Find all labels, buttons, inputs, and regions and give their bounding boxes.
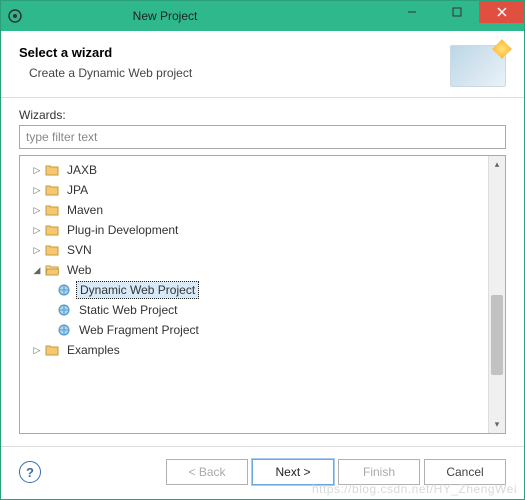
- tree-label: Static Web Project: [76, 302, 180, 318]
- globe-icon: [56, 302, 72, 318]
- globe-icon: [56, 322, 72, 338]
- tree-label: Dynamic Web Project: [76, 281, 199, 299]
- tree-item-web[interactable]: ◢ Web: [22, 260, 503, 280]
- expand-icon[interactable]: ▷: [30, 345, 44, 356]
- tree-item-svn[interactable]: ▷ SVN: [22, 240, 503, 260]
- folder-icon: [44, 242, 60, 258]
- tree-label: Examples: [64, 342, 123, 358]
- expand-icon[interactable]: ▷: [30, 185, 44, 196]
- next-button[interactable]: Next >: [252, 459, 334, 485]
- header-description: Create a Dynamic Web project: [29, 66, 450, 80]
- scroll-up-icon[interactable]: ▴: [489, 156, 505, 173]
- dialog-window: New Project Select a wizard Create a Dyn…: [0, 0, 525, 500]
- tree-item-jpa[interactable]: ▷ JPA: [22, 180, 503, 200]
- tree-item-jaxb[interactable]: ▷ JAXB: [22, 160, 503, 180]
- wizard-body: Wizards: ▷ JAXB ▷ JPA ▷ Maven: [1, 98, 524, 446]
- folder-open-icon: [44, 262, 60, 278]
- expand-icon[interactable]: ▷: [30, 245, 44, 256]
- folder-icon: [44, 222, 60, 238]
- tree-scrollbar[interactable]: ▴ ▾: [488, 156, 505, 433]
- tree-item-static-web-project[interactable]: Static Web Project: [22, 300, 503, 320]
- expand-icon[interactable]: ▷: [30, 205, 44, 216]
- back-button: < Back: [166, 459, 248, 485]
- tree-item-plugin-dev[interactable]: ▷ Plug-in Development: [22, 220, 503, 240]
- titlebar: New Project: [1, 1, 524, 31]
- folder-icon: [44, 182, 60, 198]
- tree-label: JAXB: [64, 162, 100, 178]
- tree-label: SVN: [64, 242, 95, 258]
- folder-icon: [44, 162, 60, 178]
- tree-label: Plug-in Development: [64, 222, 181, 238]
- wizard-tree-container: ▷ JAXB ▷ JPA ▷ Maven ▷ Plug-i: [19, 155, 506, 434]
- maximize-button[interactable]: [434, 1, 479, 23]
- filter-input[interactable]: [19, 125, 506, 149]
- tree-label: Maven: [64, 202, 106, 218]
- scroll-thumb[interactable]: [491, 295, 503, 375]
- header-title: Select a wizard: [19, 45, 450, 60]
- scroll-track[interactable]: [489, 173, 505, 416]
- wizard-header: Select a wizard Create a Dynamic Web pro…: [1, 31, 524, 98]
- scroll-down-icon[interactable]: ▾: [489, 416, 505, 433]
- wizard-footer: ? < Back Next > Finish Cancel: [1, 446, 524, 499]
- globe-icon: [56, 282, 72, 298]
- tree-item-dynamic-web-project[interactable]: Dynamic Web Project: [22, 280, 503, 300]
- tree-label: JPA: [64, 182, 91, 198]
- tree-item-web-fragment-project[interactable]: Web Fragment Project: [22, 320, 503, 340]
- folder-icon: [44, 202, 60, 218]
- expand-icon[interactable]: ▷: [30, 225, 44, 236]
- wizards-label: Wizards:: [19, 108, 506, 122]
- collapse-icon[interactable]: ◢: [30, 265, 44, 276]
- wizard-tree[interactable]: ▷ JAXB ▷ JPA ▷ Maven ▷ Plug-i: [20, 156, 505, 364]
- tree-item-maven[interactable]: ▷ Maven: [22, 200, 503, 220]
- header-text: Select a wizard Create a Dynamic Web pro…: [19, 45, 450, 80]
- help-button[interactable]: ?: [19, 461, 41, 483]
- folder-icon: [44, 342, 60, 358]
- close-button[interactable]: [479, 1, 524, 23]
- window-title: New Project: [0, 9, 389, 23]
- cancel-button[interactable]: Cancel: [424, 459, 506, 485]
- finish-button: Finish: [338, 459, 420, 485]
- expand-icon[interactable]: ▷: [30, 165, 44, 176]
- tree-label: Web: [64, 262, 94, 278]
- window-controls: [389, 1, 524, 31]
- tree-label: Web Fragment Project: [76, 322, 202, 338]
- minimize-button[interactable]: [389, 1, 434, 23]
- wizard-banner-icon: [450, 45, 506, 87]
- tree-item-examples[interactable]: ▷ Examples: [22, 340, 503, 360]
